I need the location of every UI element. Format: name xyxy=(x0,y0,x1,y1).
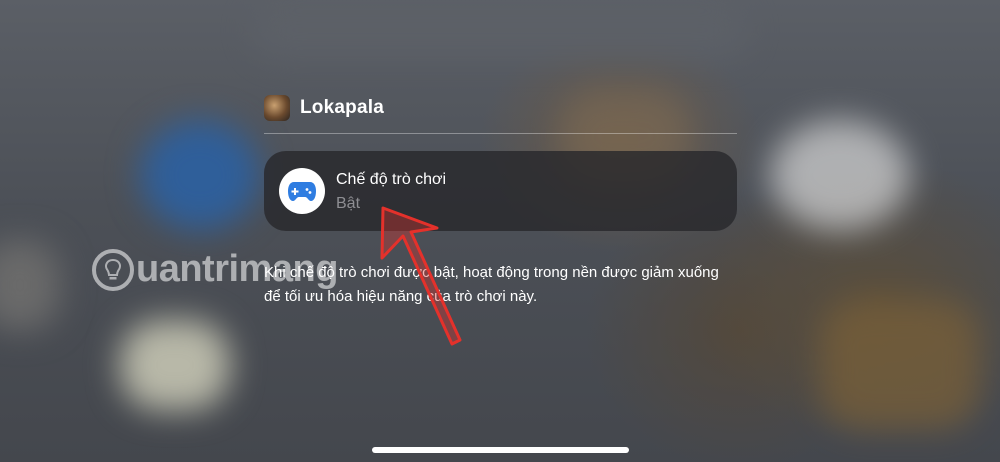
red-arrow-annotation xyxy=(380,206,462,346)
home-indicator[interactable] xyxy=(372,447,629,453)
